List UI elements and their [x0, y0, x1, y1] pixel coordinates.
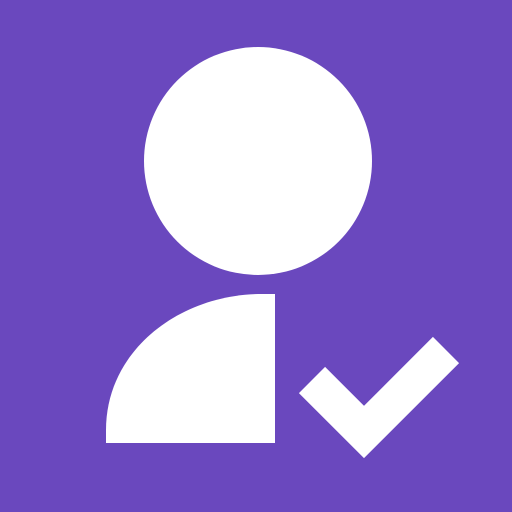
- user-verified-icon-tile: [0, 0, 512, 512]
- user-check-icon: [0, 0, 512, 512]
- app-icon-canvas: [0, 0, 512, 512]
- user-head-icon: [144, 47, 372, 275]
